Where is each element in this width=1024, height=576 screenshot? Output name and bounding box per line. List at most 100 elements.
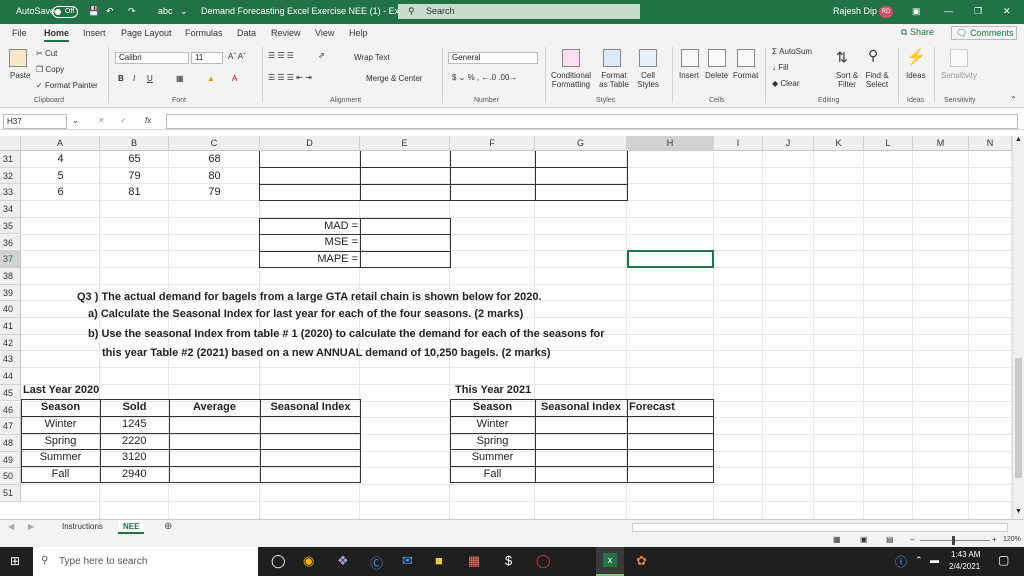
sort-filter-icon[interactable]: ⇅ — [836, 49, 848, 66]
dropbox-icon[interactable]: ❖ — [337, 553, 349, 569]
column-header-k[interactable]: K — [814, 136, 864, 151]
tab-insert[interactable]: Insert — [83, 28, 106, 38]
insert-function-icon[interactable]: fx — [145, 116, 151, 125]
row-header-45[interactable]: 45 — [0, 384, 21, 402]
column-header-h[interactable]: H — [627, 136, 714, 151]
row-header-38[interactable]: 38 — [0, 267, 21, 285]
share-button[interactable]: ⧉ Share — [901, 27, 934, 38]
column-header-e[interactable]: E — [360, 136, 450, 151]
search-input[interactable]: ⚲ Search — [398, 4, 640, 19]
this-year-season-cell[interactable]: Fall — [450, 468, 535, 480]
last-year-sold-cell[interactable]: 1245 — [100, 418, 169, 430]
row-header-49[interactable]: 49 — [0, 451, 21, 469]
insert-cells-icon[interactable] — [681, 49, 699, 67]
spelling-icon[interactable]: abc — [158, 6, 173, 16]
paste-icon[interactable] — [9, 49, 27, 67]
zoom-slider-thumb[interactable] — [952, 536, 955, 545]
collapse-ribbon-icon[interactable]: ⌃ — [1010, 95, 1017, 104]
sheet-tab-instructions[interactable]: Instructions — [62, 522, 103, 531]
format-as-table-button[interactable]: Format as Table — [597, 71, 631, 89]
ribbon-display-icon[interactable]: ▣ — [912, 6, 921, 17]
cancel-icon[interactable]: ✕ — [98, 116, 105, 125]
format-cells-icon[interactable] — [737, 49, 755, 67]
row-header-34[interactable]: 34 — [0, 201, 21, 218]
this-year-season-cell[interactable]: Summer — [450, 451, 535, 463]
fill-color-icon[interactable]: ▲ — [207, 74, 215, 83]
row-header-36[interactable]: 36 — [0, 234, 21, 252]
this-year-season-cell[interactable]: Winter — [450, 418, 535, 430]
comments-button[interactable]: 🗨 Comments — [951, 26, 1017, 40]
save-icon[interactable]: 💾 — [88, 6, 99, 17]
column-header-i[interactable]: I — [714, 136, 763, 151]
name-box[interactable]: H37 — [3, 114, 67, 129]
add-sheet-icon[interactable]: ⊕ — [164, 521, 172, 532]
minimize-icon[interactable]: — — [944, 6, 953, 16]
cell-a31[interactable]: 4 — [21, 153, 100, 165]
bold-button[interactable]: B — [118, 74, 124, 83]
customize-chevron-icon[interactable]: ⌄ — [180, 6, 188, 17]
clock-time[interactable]: 1:43 AM — [951, 550, 980, 559]
row-header-46[interactable]: 46 — [0, 401, 21, 419]
find-icon[interactable]: ⚲ — [868, 47, 878, 64]
orientation-icon[interactable]: ⇗ — [318, 51, 325, 60]
conditional-formatting-button[interactable]: Conditional Formatting — [551, 71, 591, 89]
formula-input[interactable] — [166, 114, 1018, 129]
scroll-thumb[interactable] — [1015, 358, 1022, 478]
cell-b32[interactable]: 79 — [100, 170, 169, 182]
cell-b33[interactable]: 81 — [100, 186, 169, 198]
selected-cell-h37[interactable] — [627, 250, 714, 268]
row-header-35[interactable]: 35 — [0, 217, 21, 235]
tab-help[interactable]: Help — [349, 28, 368, 38]
column-header-j[interactable]: J — [763, 136, 814, 151]
excel-taskbar-button[interactable]: x — [596, 547, 624, 576]
borders-icon[interactable]: ▦ — [176, 74, 184, 83]
tab-view[interactable]: View — [315, 28, 334, 38]
cell-a32[interactable]: 5 — [21, 170, 100, 182]
ideas-icon[interactable]: ⚡ — [906, 47, 926, 67]
zoom-out-icon[interactable]: – — [910, 535, 914, 544]
zoom-in-icon[interactable]: + — [992, 535, 997, 544]
increase-font-icon[interactable]: Aˆ Aˇ — [228, 52, 246, 61]
row-header-50[interactable]: 50 — [0, 468, 21, 485]
cell-c32[interactable]: 80 — [169, 170, 260, 182]
row-header-44[interactable]: 44 — [0, 368, 21, 385]
last-year-sold-cell[interactable]: 2220 — [100, 435, 169, 447]
column-header-d[interactable]: D — [260, 136, 360, 151]
row-header-42[interactable]: 42 — [0, 334, 21, 352]
copy-button[interactable]: ❐ Copy — [36, 65, 64, 74]
cell-styles-icon[interactable] — [639, 49, 657, 67]
find-select-button[interactable]: Find & Select — [861, 71, 893, 89]
delete-cells-button[interactable]: Delete — [705, 71, 728, 80]
tab-file[interactable]: File — [12, 28, 27, 38]
format-painter-button[interactable]: ✓ Format Painter — [36, 81, 98, 90]
task-view-icon[interactable]: ◯ — [271, 553, 286, 569]
sort-filter-button[interactable]: Sort & Filter — [831, 71, 863, 89]
network-icon[interactable]: ▬ — [930, 555, 939, 565]
column-header-b[interactable]: B — [100, 136, 169, 151]
format-cells-button[interactable]: Format — [733, 71, 758, 80]
format-as-table-icon[interactable] — [603, 49, 621, 67]
this-year-season-cell[interactable]: Spring — [450, 435, 535, 447]
sheet-tab-nee[interactable]: NEE — [118, 520, 145, 534]
tray-chevron-icon[interactable]: ⌃ — [915, 555, 923, 566]
merge-center-button[interactable]: Merge & Center — [366, 74, 422, 83]
row-header-40[interactable]: 40 — [0, 301, 21, 318]
last-year-sold-cell[interactable]: 2940 — [100, 468, 169, 480]
worksheet-grid[interactable]: ABCDEFGHIJKLMN 31 32 33 34 35 36 37 38 39 40 41 42 4… — [0, 136, 1012, 519]
row-header-48[interactable]: 48 — [0, 434, 21, 452]
help-icon[interactable]: ⓘ — [895, 553, 907, 570]
normal-view-icon[interactable]: ▦ — [833, 535, 841, 544]
app-icon[interactable]: $ — [505, 553, 512, 568]
edge-icon[interactable]: Ⓒ — [370, 553, 383, 572]
user-name[interactable]: Rajesh Dip — [833, 6, 877, 16]
close-icon[interactable]: ✕ — [1003, 6, 1011, 17]
undo-icon[interactable]: ↶ — [106, 6, 114, 17]
paint-icon[interactable]: ✿ — [636, 553, 647, 569]
chrome-icon[interactable]: ◉ — [303, 553, 314, 569]
clear-button[interactable]: ◆ Clear — [772, 79, 800, 88]
page-layout-view-icon[interactable]: ▣ — [860, 535, 868, 544]
font-color-icon[interactable]: A — [232, 74, 237, 83]
select-all-corner[interactable] — [0, 136, 21, 151]
sensitivity-icon[interactable] — [950, 49, 968, 67]
insert-cells-button[interactable]: Insert — [679, 71, 699, 80]
